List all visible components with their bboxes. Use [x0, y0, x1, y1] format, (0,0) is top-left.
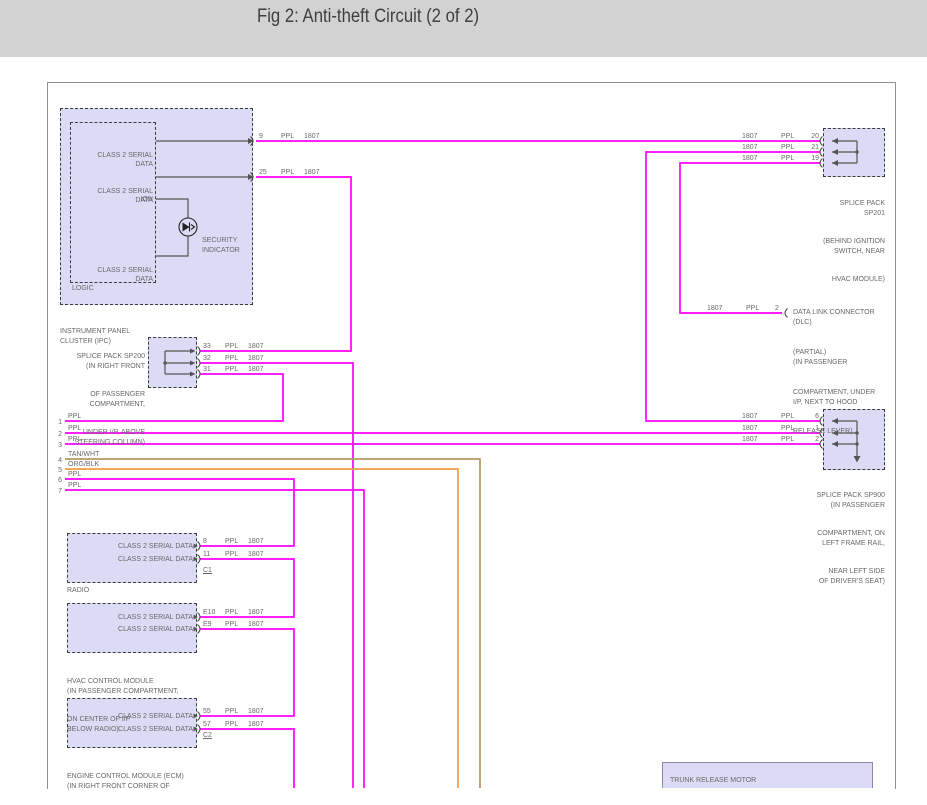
arrow-right-icon	[194, 615, 199, 620]
hvac-signal-1: CLASS 2 SERIAL DATA	[83, 613, 193, 623]
pin-label-row: 1807PPL2	[742, 435, 819, 444]
junction-dot	[163, 361, 166, 364]
pin-label-row: 1807PPL2	[707, 304, 779, 313]
pin-label-row: 57PPL1807	[203, 720, 264, 729]
pin-label-row: 1807PPL20	[742, 132, 819, 141]
junction-dot	[855, 150, 858, 153]
radio-name: RADIO	[67, 586, 89, 596]
pin-label-row: 1807PPL21	[742, 143, 819, 152]
wiring-diagram-page: Fig 2: Anti-theft Circuit (2 of 2)	[0, 0, 927, 805]
sp201-label: SPLICE PACKSP201 (BEHIND IGNITIONSWITCH,…	[775, 180, 885, 304]
pin-label-row: 1807PPL19	[742, 154, 819, 163]
pin-label-row: 32PPL1807	[203, 354, 264, 363]
arrow-left-icon	[832, 160, 838, 166]
wire-color-label: ORG/BLK	[68, 460, 99, 470]
arrow-right-icon	[190, 372, 196, 377]
connector-glyph	[820, 148, 823, 157]
ipc-signal-ign: IGN	[63, 195, 153, 205]
security-indicator-label: SECURITYINDICATOR	[202, 217, 240, 274]
wire-color-label: PPL	[68, 435, 81, 445]
wire-number: 7	[48, 488, 62, 495]
wire-number: 6	[48, 477, 62, 484]
sp900-label: SPLICE PACK SP900(IN PASSENGER COMPARTME…	[765, 472, 885, 605]
pin-label-row: 1807PPL1	[742, 424, 819, 433]
ecm-signal-1: CLASS 2 SERIAL DATA	[83, 712, 193, 722]
arrow-right-icon	[194, 627, 199, 632]
led-chevron-icon	[191, 225, 195, 230]
pin-label-row: 55PPL1807	[203, 707, 264, 716]
arrow-right-icon	[190, 349, 196, 354]
wire-color-label: TAN/WHT	[68, 450, 99, 460]
arrow-right-icon	[194, 544, 199, 549]
connector-glyph	[198, 359, 201, 368]
wire-number: 2	[48, 431, 62, 438]
wire-color-label: PPL	[68, 470, 81, 480]
ipc-line-class2	[156, 236, 188, 256]
wire-ecm-57-down	[200, 729, 294, 788]
wire-number: 5	[48, 467, 62, 474]
ecm-name: ENGINE CONTROL MODULE (ECM)(IN RIGHT FRO…	[67, 753, 184, 805]
pin-label-row: 1807PPL6	[742, 412, 819, 421]
wire-color-label: PPL	[68, 412, 81, 422]
wire-number: 3	[48, 442, 62, 449]
connector-glyph	[198, 370, 201, 379]
led-triangle-icon	[183, 223, 190, 232]
arrow-down-icon	[854, 456, 861, 463]
ecm-signal-2: CLASS 2 SERIAL DATA	[83, 725, 193, 735]
pin-label-row: 25PPL1807	[259, 168, 320, 177]
connector-id: C2	[203, 731, 212, 741]
pin-label-row: E9PPL1807	[203, 620, 264, 629]
wire-color-label: PPL	[68, 481, 81, 491]
wire-number: 4	[48, 457, 62, 464]
connector-glyph	[820, 159, 823, 168]
wire-number: 1	[48, 419, 62, 426]
arrow-right-icon	[194, 714, 199, 719]
connector-id: C1	[203, 566, 212, 576]
radio-signal-2: CLASS 2 SERIAL DATA	[83, 555, 193, 565]
hvac-name: HVAC CONTROL MODULE(IN PASSENGER COMPART…	[67, 658, 179, 753]
arrow-right-icon	[190, 361, 196, 366]
pin-label-row: 31PPL1807	[203, 365, 264, 374]
radio-signal-1: CLASS 2 SERIAL DATA	[83, 542, 193, 552]
trunk-release-motor-label: TRUNK RELEASE MOTOR	[670, 776, 756, 786]
connector-glyph	[785, 309, 788, 318]
pin-label-row: 33PPL1807	[203, 342, 264, 351]
wire-hvac-e9-ecm-55	[200, 629, 294, 716]
arrow-left-icon	[832, 149, 838, 155]
arrow-right-icon	[194, 557, 199, 562]
pin-label-row: 9PPL1807	[259, 132, 320, 141]
arrow-right-icon	[194, 727, 199, 732]
sp200-bus	[165, 351, 190, 374]
ipc-signal-3: CLASS 2 SERIALDATA	[63, 247, 153, 304]
connector-glyph	[820, 137, 823, 146]
pin-label-row: 11PPL1807	[203, 550, 264, 559]
ipc-line-ign	[156, 199, 188, 218]
hvac-signal-2: CLASS 2 SERIAL DATA	[83, 625, 193, 635]
connector-glyph	[198, 347, 201, 356]
arrow-left-icon	[832, 138, 838, 144]
wire-color-label: PPL	[68, 424, 81, 434]
wire-left6-radio-8	[65, 479, 294, 546]
pin-label-row: 8PPL1807	[203, 537, 264, 546]
pin-label-row: E10PPL1807	[203, 608, 264, 617]
logic-label: LOGIC	[72, 284, 94, 294]
